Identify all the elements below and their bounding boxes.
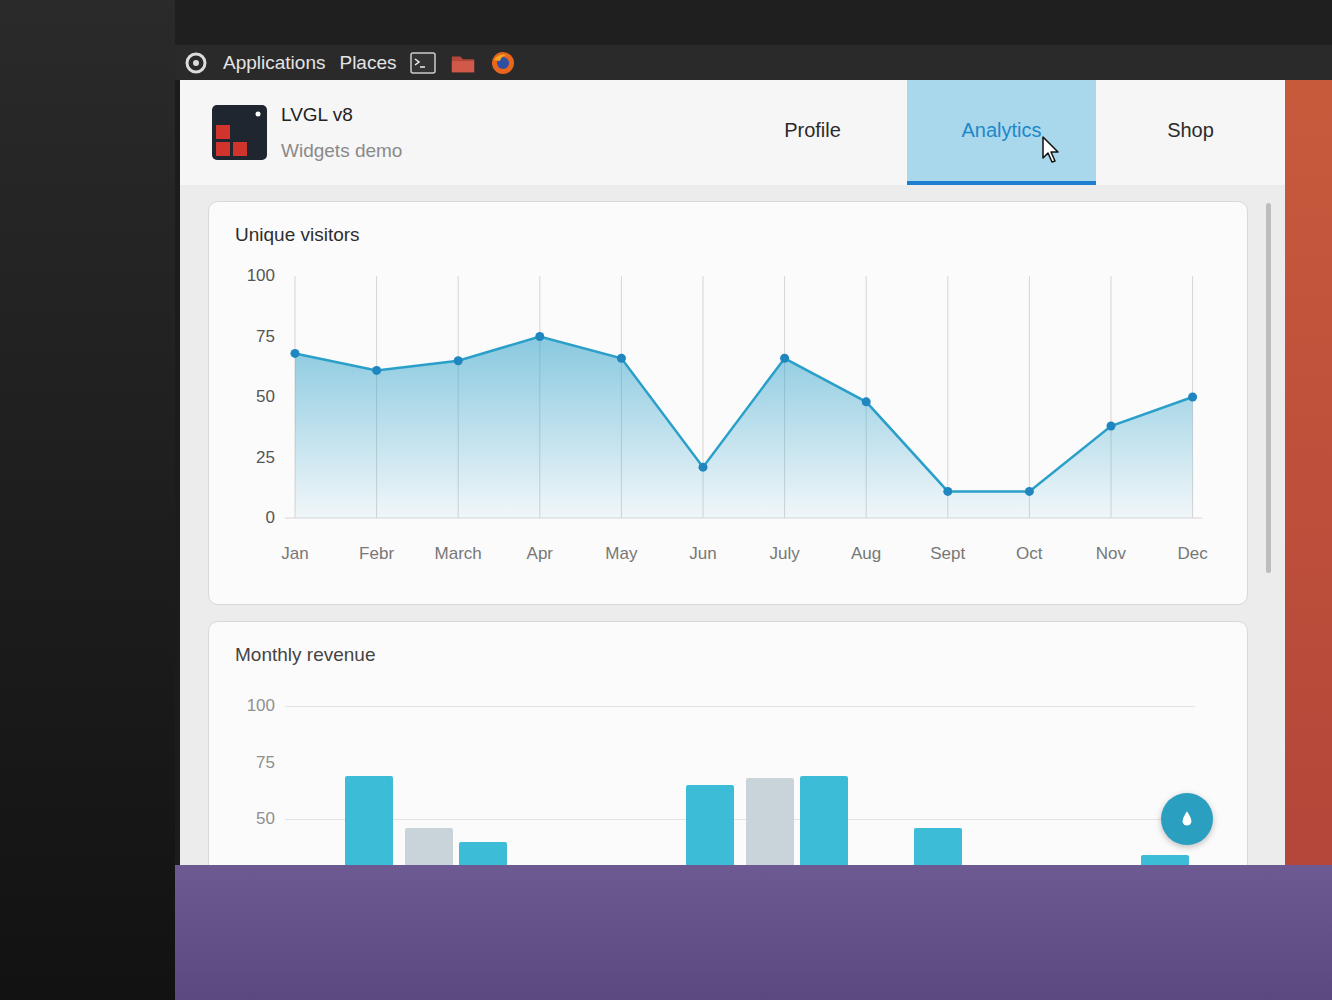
- brand-text: LVGL v8 Widgets demo: [281, 104, 402, 162]
- monthly-revenue-card: Monthly revenue 100 75 50: [208, 621, 1248, 865]
- mouse-cursor-icon: [1042, 136, 1062, 164]
- y-tick: 25: [256, 449, 275, 467]
- area-fill: [295, 337, 1193, 519]
- brand: LVGL v8 Widgets demo: [180, 80, 718, 185]
- app-subtitle: Widgets demo: [281, 140, 402, 162]
- bar-group: [1081, 855, 1195, 865]
- bar-group: [285, 776, 399, 865]
- x-label: Jan: [254, 544, 336, 564]
- theme-button[interactable]: [1161, 793, 1213, 845]
- x-label: Aug: [825, 544, 907, 564]
- lvgl-logo-icon: [212, 105, 267, 160]
- tab[interactable]: Profile: [718, 80, 907, 185]
- plot-area: JanFebrMarchAprMayJunJulyAugSeptOctNovDe…: [285, 276, 1221, 564]
- bar[interactable]: [345, 776, 393, 865]
- x-label: Oct: [989, 544, 1071, 564]
- x-label: Apr: [499, 544, 581, 564]
- app-title: LVGL v8: [281, 104, 402, 126]
- bar[interactable]: [800, 776, 848, 865]
- card-title: Unique visitors: [235, 224, 1221, 246]
- bar[interactable]: [1141, 855, 1189, 865]
- chart-point[interactable]: [699, 463, 708, 472]
- terminal-icon[interactable]: [410, 51, 436, 75]
- bar[interactable]: [914, 828, 962, 865]
- bar[interactable]: [686, 785, 734, 865]
- chart-point[interactable]: [372, 366, 381, 375]
- x-label: March: [417, 544, 499, 564]
- droplet-icon: [1176, 808, 1198, 830]
- x-label: Febr: [336, 544, 418, 564]
- top-strip: [175, 0, 1332, 45]
- series-line: [295, 337, 1193, 492]
- unique-visitors-card: Unique visitors 100 75 50 25 0 JanFebrMarchApr…: [208, 201, 1248, 605]
- y-tick: 50: [256, 810, 275, 828]
- chart-point[interactable]: [454, 356, 463, 365]
- system-logo-icon[interactable]: [183, 51, 209, 75]
- x-label: Jun: [662, 544, 744, 564]
- x-axis: JanFebrMarchAprMayJunJulyAugSeptOctNovDe…: [254, 544, 1221, 564]
- line-chart: 1007550250JanFebrMarchAprMayJunJulyAugSe…: [235, 276, 1221, 564]
- desktop-panel: Applications Places: [175, 45, 1332, 80]
- grid-line: [1029, 276, 1030, 518]
- chart-point[interactable]: [291, 349, 300, 358]
- bar[interactable]: [746, 778, 794, 865]
- chart-point[interactable]: [780, 354, 789, 363]
- panel-menu[interactable]: Places: [339, 52, 396, 74]
- x-label: Dec: [1152, 544, 1234, 564]
- card-title: Monthly revenue: [235, 644, 1221, 666]
- x-label: Sept: [907, 544, 989, 564]
- y-tick: 50: [256, 388, 275, 406]
- chart-point[interactable]: [1107, 422, 1116, 431]
- bar-group: [854, 828, 968, 865]
- chart-point[interactable]: [1025, 487, 1034, 496]
- desktop-background-right: [1285, 80, 1332, 865]
- x-label: May: [581, 544, 663, 564]
- app-header: LVGL v8 Widgets demo ProfileAnalyticsShop: [180, 80, 1285, 185]
- panel-menu[interactable]: Applications: [223, 52, 325, 74]
- y-axis: 100 75 50 25 0: [235, 267, 275, 527]
- bar[interactable]: [459, 842, 507, 865]
- bar-plot: [285, 706, 1195, 865]
- chart-point[interactable]: [1188, 393, 1197, 402]
- tab[interactable]: Analytics: [907, 80, 1096, 185]
- x-label: July: [744, 544, 826, 564]
- bar[interactable]: [405, 828, 453, 865]
- analytics-content: Unique visitors 100 75 50 25 0 JanFebrMarchApr…: [180, 185, 1285, 865]
- chart-point[interactable]: [535, 332, 544, 341]
- chart-point[interactable]: [617, 354, 626, 363]
- app-window: LVGL v8 Widgets demo ProfileAnalyticsShop U…: [180, 80, 1285, 865]
- bar-group: [399, 828, 513, 865]
- folder-icon[interactable]: [450, 51, 476, 75]
- firefox-icon[interactable]: [490, 51, 516, 75]
- x-label: Nov: [1070, 544, 1152, 564]
- line-plot: [285, 276, 1203, 518]
- monitor-bezel: [0, 0, 175, 1000]
- bar-group: [740, 776, 854, 865]
- y-tick: 100: [247, 267, 275, 285]
- bar-chart: 1007550: [235, 706, 1221, 865]
- y-tick: 0: [266, 509, 275, 527]
- y-tick: 75: [256, 754, 275, 772]
- tab[interactable]: Shop: [1096, 80, 1285, 185]
- chart-point[interactable]: [943, 487, 952, 496]
- bar-group: [626, 785, 740, 865]
- y-axis: 100 75 50: [235, 697, 275, 865]
- y-tick: 100: [247, 697, 275, 715]
- grid-line: [947, 276, 948, 518]
- chart-point[interactable]: [862, 397, 871, 406]
- desktop-area: Applications Places LVGL v8 Widgets demo Pro…: [175, 0, 1332, 1000]
- desktop-middle: LVGL v8 Widgets demo ProfileAnalyticsShop U…: [175, 80, 1332, 865]
- desktop-background: [175, 865, 1332, 1000]
- y-tick: 75: [256, 328, 275, 346]
- tab-bar: ProfileAnalyticsShop: [718, 80, 1285, 185]
- screen: Applications Places LVGL v8 Widgets demo Pro…: [0, 0, 1332, 1000]
- scrollbar[interactable]: [1266, 203, 1271, 573]
